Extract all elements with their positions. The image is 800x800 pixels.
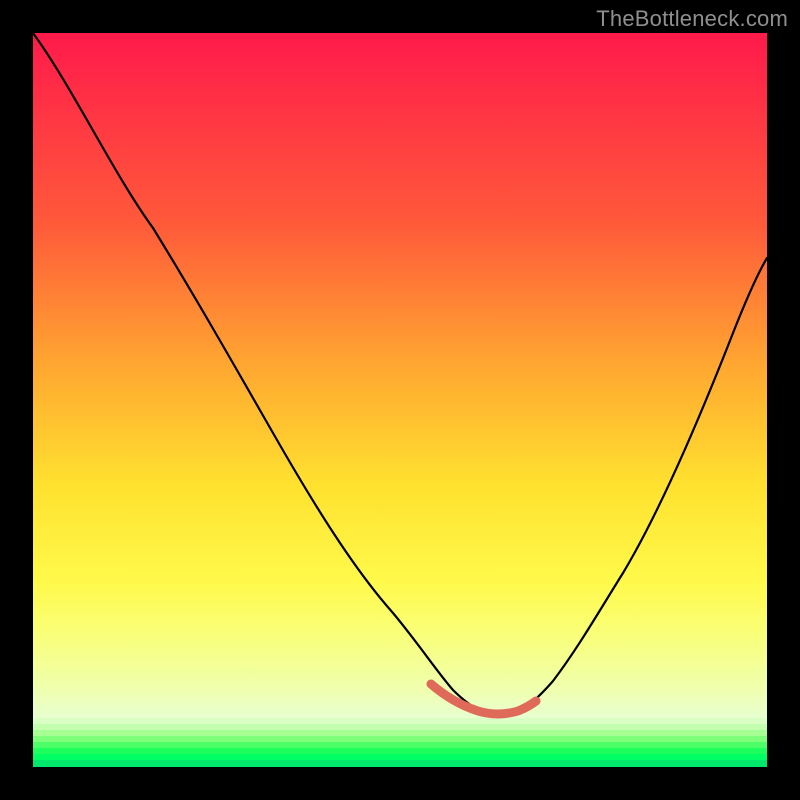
plot-area	[33, 33, 767, 767]
bottleneck-curve	[33, 33, 767, 716]
optimal-range-marker	[431, 684, 536, 714]
watermark-text: TheBottleneck.com	[596, 6, 788, 32]
curve-layer	[33, 33, 767, 767]
chart-stage: TheBottleneck.com	[0, 0, 800, 800]
